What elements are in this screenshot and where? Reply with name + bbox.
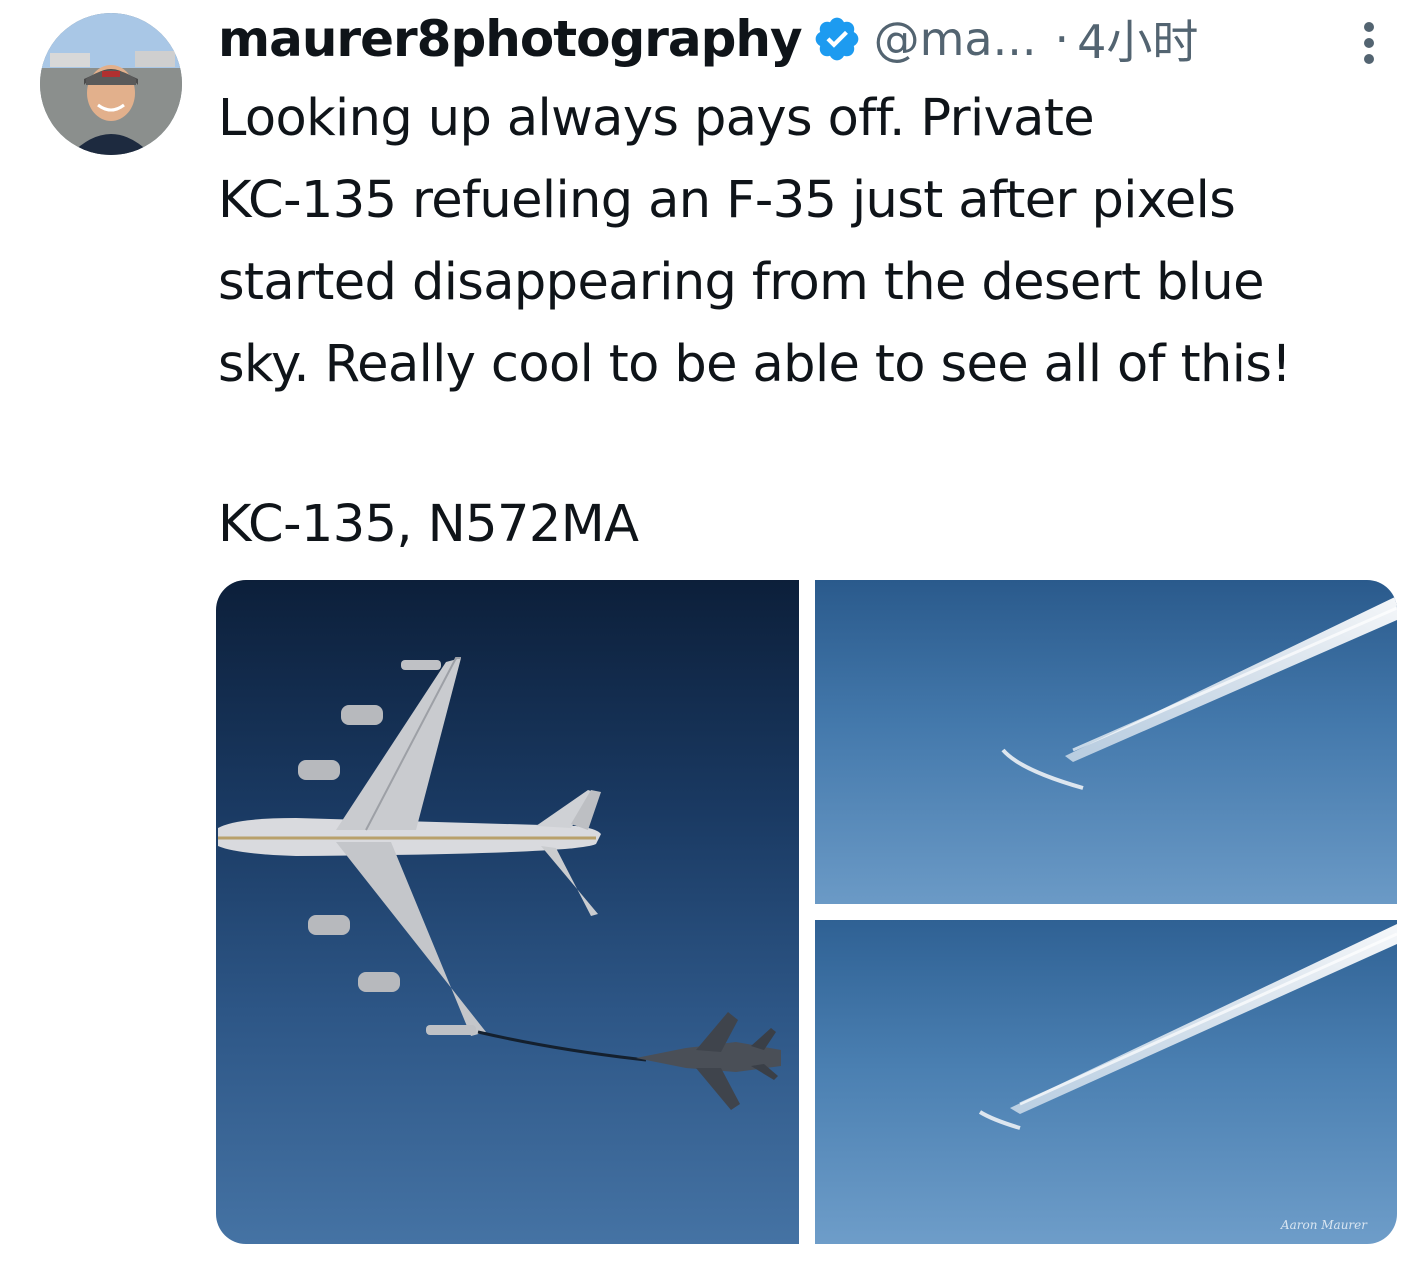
timestamp[interactable]: 4小时 [1077, 6, 1198, 72]
display-name[interactable]: maurer8photography [218, 10, 803, 68]
tweet-header: maurer8photography @ma... · 4小时 [218, 4, 1408, 74]
photo-watermark: Aaron Maurer [1280, 1218, 1367, 1232]
separator-dot: · [1054, 12, 1070, 66]
avatar[interactable] [40, 13, 182, 155]
photo-kc135-refueling-f35[interactable] [216, 580, 799, 1244]
tweet-text: Looking up always pays off. Private KC-1… [218, 89, 1292, 394]
tweet-text-line2: KC-135, N572MA [218, 495, 639, 554]
tweet[interactable]: maurer8photography @ma... · 4小时 Looking … [0, 0, 1421, 1268]
verified-badge-icon [812, 14, 862, 64]
more-vertical-icon [1364, 22, 1374, 64]
more-button[interactable] [1354, 18, 1384, 68]
photo-contrail-2[interactable]: Aaron Maurer [815, 920, 1397, 1244]
handle[interactable]: @ma... [874, 12, 1037, 66]
photo-contrail-1[interactable] [815, 580, 1397, 904]
